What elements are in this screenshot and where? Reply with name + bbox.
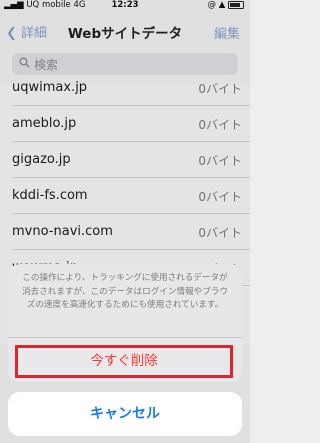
delete-now-button[interactable]: 今すぐ削除 <box>15 345 233 378</box>
divider <box>8 337 242 338</box>
action-sheet-message: この操作により、トラッキングに使用されるデータが消去されますが、このデータはログ… <box>21 273 229 310</box>
cancel-button[interactable]: キャンセル <box>8 392 242 436</box>
